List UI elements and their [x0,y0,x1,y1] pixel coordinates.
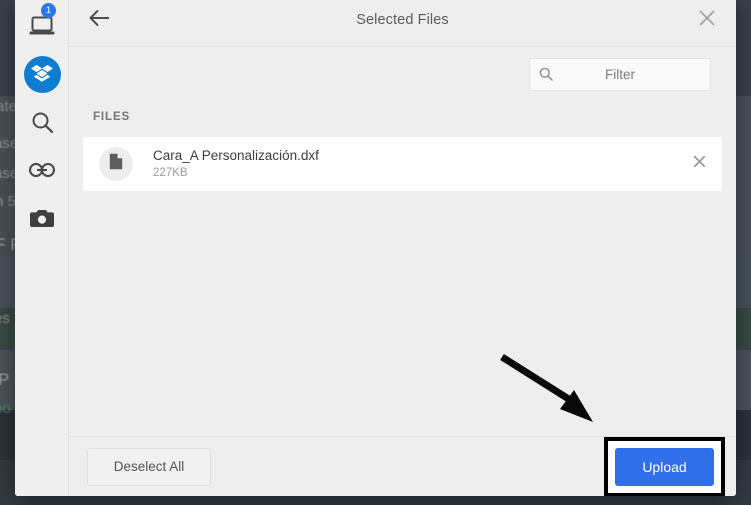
close-icon [698,9,716,32]
device-count-badge: 1 [41,3,56,18]
file-size: 227KB [153,167,188,179]
remove-file-button[interactable] [688,153,710,175]
filter-bar [69,47,736,101]
search-icon [31,111,54,134]
rail-item-search[interactable] [15,98,69,146]
dialog-footer: Deselect All Upload [69,436,736,496]
camera-icon [30,209,54,228]
link-icon [29,163,55,177]
backdrop-text-fragment: es [0,310,10,327]
document-icon [109,153,123,175]
file-avatar [99,147,133,181]
backdrop-text-fragment: P [0,370,10,389]
dialog-panel: Selected Files Filter FILES Cara_A Perso… [69,0,736,496]
page-title: Selected Files [356,12,449,28]
rail-item-link[interactable] [15,146,69,194]
upload-highlight-box: Upload [604,436,725,496]
files-section-label: FILES [93,111,131,123]
close-icon [693,155,706,173]
filter-field-wrapper[interactable] [529,57,711,91]
rail-item-camera[interactable] [15,194,69,242]
upload-button[interactable]: Upload [615,447,714,486]
file-list-item[interactable]: Cara_A Personalización.dxf 227KB [83,137,722,191]
search-icon [539,67,553,81]
rail-item-my-device[interactable]: 1 [15,2,69,50]
selected-files-dialog: 1 Selected Files Filter FILES Cara_A Per… [15,0,736,496]
backdrop-text-fragment: oo [0,400,11,417]
deselect-all-button[interactable]: Deselect All [87,447,211,486]
close-dialog-button[interactable] [694,7,720,33]
dialog-header: Selected Files [69,0,736,47]
file-meta: Cara_A Personalización.dxf 227KB [153,147,319,181]
laptop-icon [29,16,55,36]
rail-item-dropbox[interactable] [15,50,69,98]
files-content: FILES Cara_A Personalización.dxf 227KB [69,101,736,436]
back-button[interactable] [87,7,113,33]
dropbox-icon [23,55,61,93]
backdrop-text-fragment: n 5 [0,193,16,210]
arrow-left-icon [89,9,111,32]
source-rail: 1 [15,0,69,496]
filter-input[interactable] [530,57,710,91]
file-name: Cara_A Personalización.dxf [153,148,319,163]
